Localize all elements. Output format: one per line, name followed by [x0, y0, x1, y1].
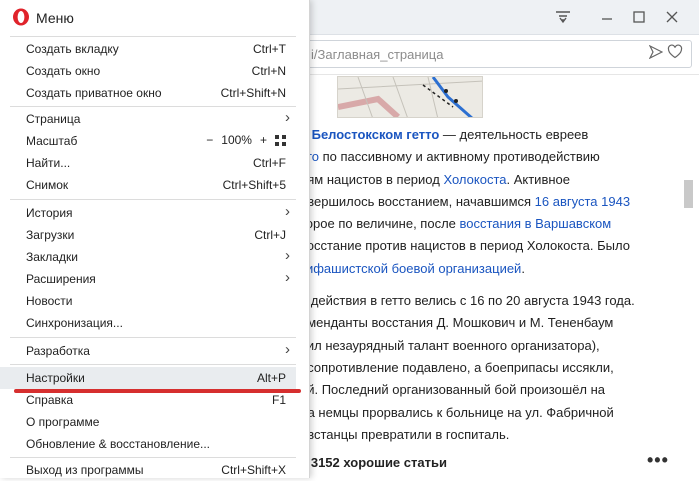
- ghetto-map-image: [337, 76, 483, 118]
- menu-item-history[interactable]: История ›: [0, 202, 296, 224]
- article-link[interactable]: 16 августа 1943: [535, 194, 630, 209]
- article-link[interactable]: в Белостокском гетто: [300, 127, 439, 142]
- menu-divider: [10, 106, 296, 107]
- menu-divider: [10, 337, 296, 338]
- menu-item-new-private-window[interactable]: Создать приватное окно Ctrl+Shift+N: [0, 82, 296, 104]
- menu-item-about[interactable]: О программе: [0, 411, 296, 433]
- menu-item-sync[interactable]: Синхронизация...: [0, 312, 296, 334]
- minimize-icon[interactable]: [596, 6, 618, 28]
- chevron-right-icon: ›: [285, 247, 290, 264]
- menu-divider: [10, 36, 296, 37]
- more-options-icon[interactable]: •••: [647, 450, 669, 471]
- chevron-right-icon: ›: [285, 269, 290, 286]
- article-line: восстание против нацистов в период Холок…: [300, 238, 630, 254]
- article-link[interactable]: тифашистской боевой организацией: [300, 261, 521, 276]
- article-line: в Белостокском гетто — деятельность евре…: [300, 127, 589, 142]
- address-text[interactable]: i/Заглавная_страница: [311, 47, 443, 62]
- menu-item-bookmarks[interactable]: Закладки ›: [0, 246, 296, 268]
- article-body: в Белостокском гетто — деятельность евре…: [300, 124, 670, 446]
- article-line: тто по пассивному и активному противодей…: [300, 146, 670, 168]
- chevron-right-icon: ›: [285, 203, 290, 220]
- article-line: торое по величине, после восстания в Вар…: [300, 216, 612, 232]
- fullscreen-icon[interactable]: [275, 134, 286, 146]
- menu-item-update-recovery[interactable]: Обновление & восстановление...: [0, 433, 296, 455]
- chevron-right-icon: ›: [285, 109, 290, 126]
- article-line: иям нацистов в период Холокоста. Активно…: [300, 171, 570, 187]
- chevron-right-icon: ›: [285, 341, 290, 358]
- menu-item-page[interactable]: Страница ›: [0, 108, 296, 130]
- article-link[interactable]: восстания в Варшавском: [460, 216, 612, 231]
- menu-divider: [10, 457, 296, 458]
- scrollbar-thumb[interactable]: [684, 180, 693, 208]
- toolbar-divider: [300, 74, 699, 75]
- menu-item-zoom: Масштаб − 100% +: [0, 130, 296, 152]
- article-line: да немцы прорвались к больнице на ул. Фа…: [300, 404, 614, 420]
- menu-divider: [10, 199, 296, 200]
- article-line: ой. Последний организованный бой произош…: [300, 382, 606, 398]
- zoom-control: − 100% +: [206, 133, 286, 147]
- menu-header[interactable]: Меню: [0, 0, 309, 34]
- good-articles-heading: е 3152 хорошие статьи: [300, 455, 447, 470]
- menu-item-snapshot[interactable]: Снимок Ctrl+Shift+5: [0, 174, 296, 196]
- article-line: е действия в гетто велись с 16 по 20 авг…: [300, 293, 635, 309]
- article-line: авершилось восстанием, начавшимся 16 авг…: [300, 193, 631, 209]
- menu-title: Меню: [36, 10, 74, 26]
- menu-item-find[interactable]: Найти... Ctrl+F: [0, 152, 296, 174]
- page-scrollbar[interactable]: [681, 76, 695, 476]
- menu-item-help[interactable]: Справка F1: [0, 389, 296, 411]
- menu-item-settings[interactable]: Настройки Alt+P: [0, 367, 296, 389]
- zoom-value: 100%: [221, 133, 252, 147]
- menu-item-new-window[interactable]: Создать окно Ctrl+N: [0, 60, 296, 82]
- article-link[interactable]: Холокоста: [443, 172, 506, 187]
- opera-main-menu: Меню Создать вкладку Ctrl+T Создать окно…: [0, 0, 310, 478]
- menu-item-extensions[interactable]: Расширения ›: [0, 268, 296, 290]
- send-icon[interactable]: [648, 44, 664, 62]
- menu-item-news[interactable]: Новости: [0, 290, 296, 312]
- menu-item-developer[interactable]: Разработка ›: [0, 340, 296, 362]
- article-line: , сопротивление подавлено, а боеприпасы …: [300, 359, 614, 375]
- heart-icon[interactable]: [667, 44, 683, 63]
- article-line: вил незаурядный талант военного организа…: [300, 337, 600, 353]
- zoom-out-button[interactable]: −: [206, 133, 213, 147]
- menu-item-downloads[interactable]: Загрузки Ctrl+J: [0, 224, 296, 246]
- easy-setup-icon[interactable]: [552, 6, 574, 28]
- article-line: овстанцы превратили в госпиталь.: [300, 426, 510, 442]
- menu-divider: [10, 364, 296, 365]
- menu-item-new-tab[interactable]: Создать вкладку Ctrl+T: [0, 38, 296, 60]
- maximize-icon[interactable]: [628, 6, 650, 28]
- article-line: тифашистской боевой организацией.: [300, 260, 525, 276]
- close-icon[interactable]: [661, 6, 683, 28]
- article-line: оменданты восстания Д. Мошкович и М. Тен…: [300, 315, 614, 331]
- address-bar[interactable]: i/Заглавная_страница: [300, 40, 692, 68]
- opera-logo-icon: [12, 8, 30, 26]
- zoom-in-button[interactable]: +: [260, 133, 267, 147]
